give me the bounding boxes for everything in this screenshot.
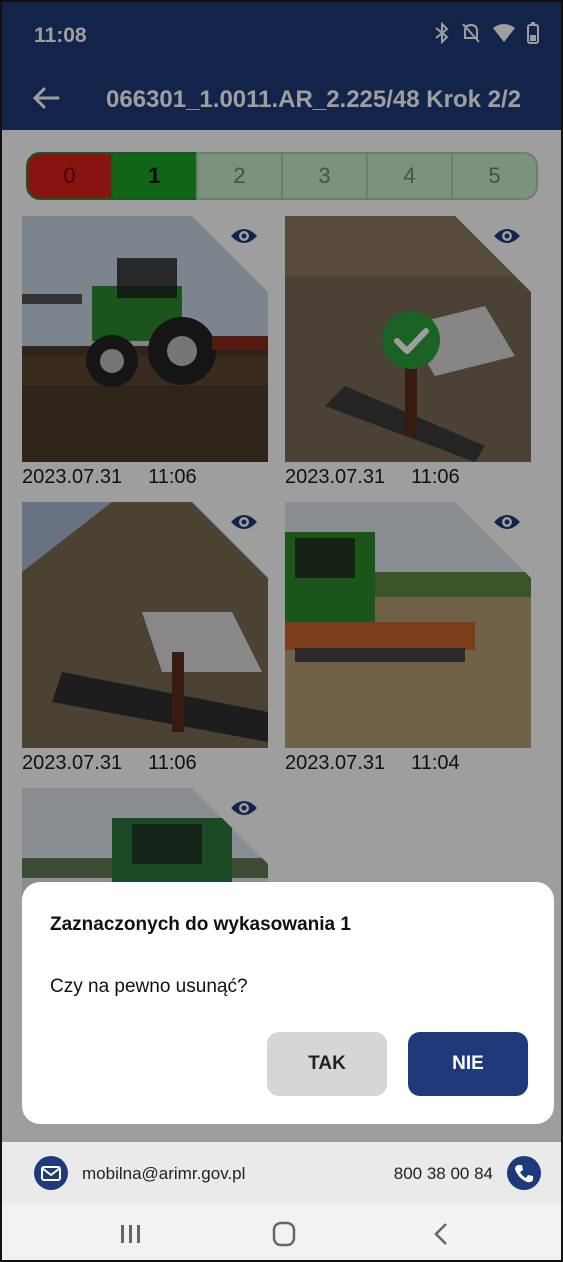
back-nav-icon[interactable] (422, 1218, 462, 1250)
confirm-delete-dialog: Zaznaczonych do wykasowania 1 Czy na pew… (22, 882, 554, 1124)
recent-apps-icon[interactable] (110, 1218, 150, 1250)
contact-phone[interactable]: 800 38 00 84 (394, 1164, 493, 1184)
phone-icon[interactable] (507, 1156, 541, 1190)
yes-button[interactable]: TAK (267, 1032, 387, 1096)
system-nav-bar (2, 1204, 561, 1260)
dialog-message: Czy na pewno usunąć? (50, 976, 248, 997)
contact-email[interactable]: mobilna@arimr.gov.pl (82, 1164, 245, 1184)
home-icon[interactable] (264, 1218, 304, 1250)
modal-scrim (2, 2, 561, 130)
dialog-title: Zaznaczonych do wykasowania 1 (50, 914, 351, 935)
no-button[interactable]: NIE (408, 1032, 528, 1096)
screen: 11:08 066301_1.0011.AR_2.225/48 Krok 2/2… (0, 0, 563, 1262)
mail-icon[interactable] (34, 1156, 68, 1190)
contact-footer: mobilna@arimr.gov.pl 800 38 00 84 (2, 1142, 561, 1204)
